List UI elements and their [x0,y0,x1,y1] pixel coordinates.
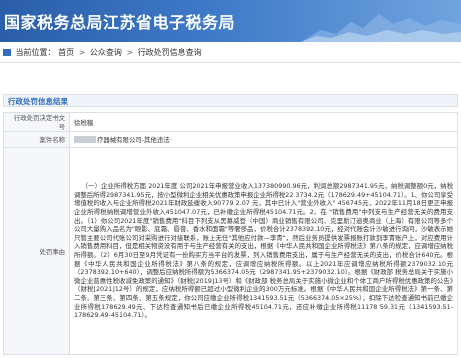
case-name-label: 案件名称 [3,131,70,148]
breadcrumb-separator: > [126,48,134,57]
penalty-reason-value: （一）企业所得税方面 2021年度 公司2021年申报营业收入137380990… [69,147,458,355]
table-row: 行政处罚决定书文号 徐税稽 [3,112,458,132]
skyline-decoration [301,14,461,42]
penalty-reason-text: （一）企业所得税方面 2021年度 公司2021年申报营业收入137380990… [74,182,453,320]
case-name-text: 疗器械有限公司-其他违法 [97,136,170,144]
breadcrumb-current-page: 行政处罚信息查询 [137,48,202,57]
site-title: 国家税务总局江苏省电子税务局 [4,13,236,32]
case-name-value: 疗器械有限公司-其他违法 [69,131,458,148]
breadcrumb-home-link[interactable]: 首页 [58,48,74,57]
home-icon [3,49,11,56]
redacted-text [74,136,96,143]
decision-number-text: 徐税稽 [74,118,94,127]
table-row: 处罚事由 （一）企业所得税方面 2021年度 公司2021年申报营业收入1373… [3,147,458,355]
result-section-title: 行政处罚信息结果 [3,94,458,107]
breadcrumb: 当前位置： 首页 > 公众查询 > 行政处罚信息查询 [0,44,461,63]
site-banner: 国家税务总局江苏省电子税务局 [0,0,461,42]
decision-number-value: 徐税稽 [69,112,458,132]
decision-number-label: 行政处罚决定书文号 [3,112,70,132]
breadcrumb-separator: > [78,48,86,57]
penalty-reason-label: 处罚事由 [3,147,70,355]
penalty-detail-table: 行政处罚决定书文号 徐税稽 案件名称 疗器械有限公司-其他违法 处罚事由 （一）… [3,112,458,355]
breadcrumb-prefix: 当前位置： [15,48,56,57]
breadcrumb-public-query-link[interactable]: 公众查询 [90,48,122,57]
table-row: 案件名称 疗器械有限公司-其他违法 [3,131,458,148]
